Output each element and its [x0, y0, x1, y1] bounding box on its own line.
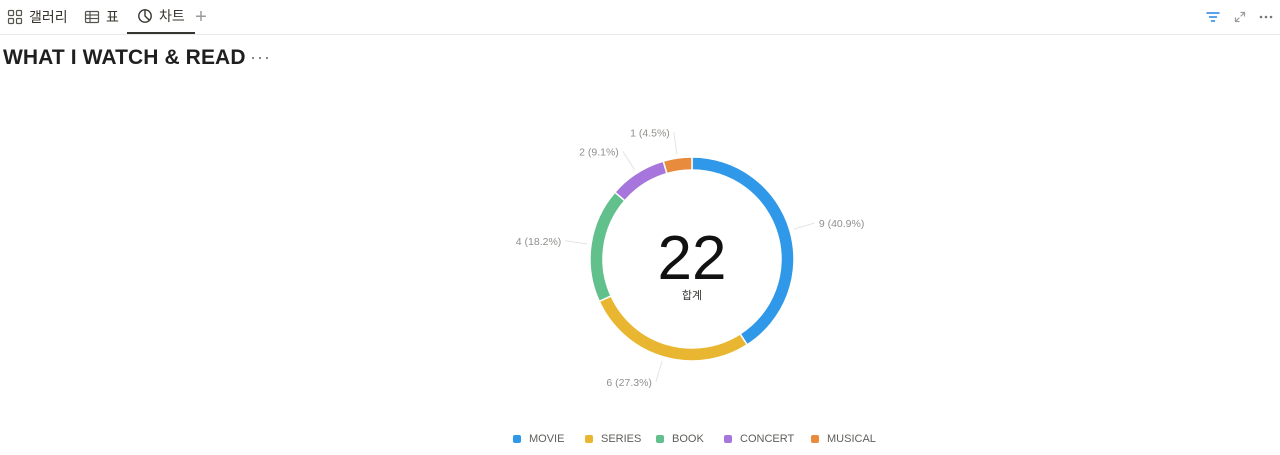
- legend-item-series[interactable]: SERIES: [585, 433, 641, 445]
- chart-total-label: 합계: [682, 289, 702, 302]
- slice-label-series: 6 (27.3%): [606, 377, 652, 389]
- slice-series[interactable]: [598, 294, 749, 362]
- leader-line-book: [565, 240, 588, 245]
- legend-item-musical[interactable]: MUSICAL: [811, 433, 876, 445]
- legend-swatch: [724, 435, 732, 443]
- legend-swatch: [585, 435, 593, 443]
- legend-item-concert[interactable]: CONCERT: [724, 433, 794, 445]
- legend-swatch: [656, 435, 664, 443]
- slice-label-concert: 2 (9.1%): [579, 146, 619, 158]
- leader-line-series: [655, 360, 663, 382]
- legend-swatch: [513, 435, 521, 443]
- legend-label: MOVIE: [529, 433, 565, 445]
- legend-label: BOOK: [672, 433, 704, 445]
- chart-total-value: 22: [658, 224, 727, 293]
- legend-item-book[interactable]: BOOK: [656, 433, 704, 445]
- slice-label-musical: 1 (4.5%): [630, 127, 670, 139]
- legend-item-movie[interactable]: MOVIE: [513, 433, 564, 445]
- slice-book[interactable]: [589, 191, 626, 303]
- slice-musical[interactable]: [662, 156, 693, 175]
- slice-concert[interactable]: [613, 160, 668, 202]
- legend-swatch: [811, 435, 819, 443]
- slice-label-book: 4 (18.2%): [516, 236, 562, 248]
- slice-label-movie: 9 (40.9%): [819, 218, 865, 230]
- legend-label: SERIES: [601, 433, 642, 445]
- leader-line-concert: [622, 151, 636, 171]
- legend-label: CONCERT: [740, 433, 795, 445]
- leader-line-movie: [793, 222, 815, 230]
- chart-legend: MOVIE SERIES BOOK CONCERT MUSICAL: [0, 433, 1280, 449]
- leader-line-musical: [673, 132, 678, 155]
- legend-label: MUSICAL: [827, 433, 876, 445]
- donut-chart: 9 (40.9%) 6 (27.3%) 4 (18.2%) 2 (9.1%) 1 (4.…: [516, 127, 865, 389]
